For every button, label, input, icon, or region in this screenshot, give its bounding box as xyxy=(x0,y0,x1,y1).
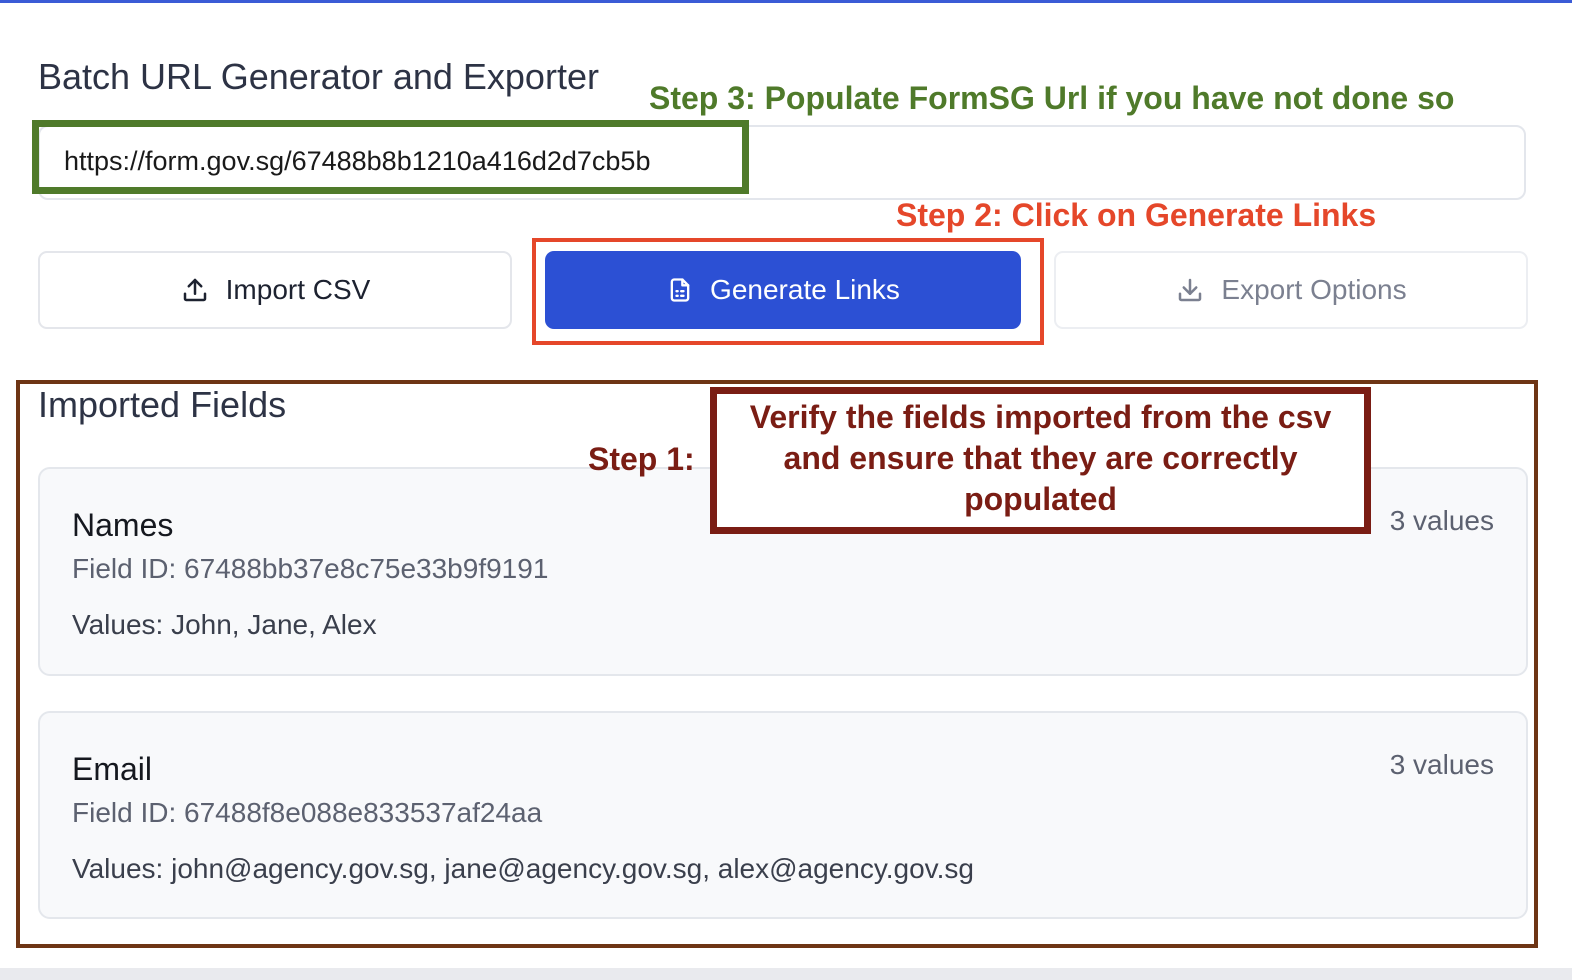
export-options-button[interactable]: Export Options xyxy=(1054,251,1528,329)
top-accent-bar xyxy=(0,0,1572,3)
annotation-step1-detail: Verify the fields imported from the csv … xyxy=(749,399,1332,517)
annotation-step1: Step 1: xyxy=(588,441,695,477)
annotation-step2: Step 2: Click on Generate Links xyxy=(896,197,1377,233)
bottom-strip xyxy=(0,968,1572,980)
import-csv-button[interactable]: Import CSV xyxy=(38,251,512,329)
download-icon xyxy=(1179,278,1202,302)
annotation-step3: Step 3: Populate FormSG Url if you have … xyxy=(649,80,1455,116)
page: Batch URL Generator and Exporter https:/… xyxy=(0,0,1572,980)
annotation-box-generate xyxy=(532,238,1044,345)
annotation-box-url xyxy=(32,120,749,194)
export-options-label: Export Options xyxy=(1221,274,1407,305)
import-csv-label: Import CSV xyxy=(225,274,371,305)
upload-icon xyxy=(183,278,206,302)
page-title: Batch URL Generator and Exporter xyxy=(38,56,599,97)
